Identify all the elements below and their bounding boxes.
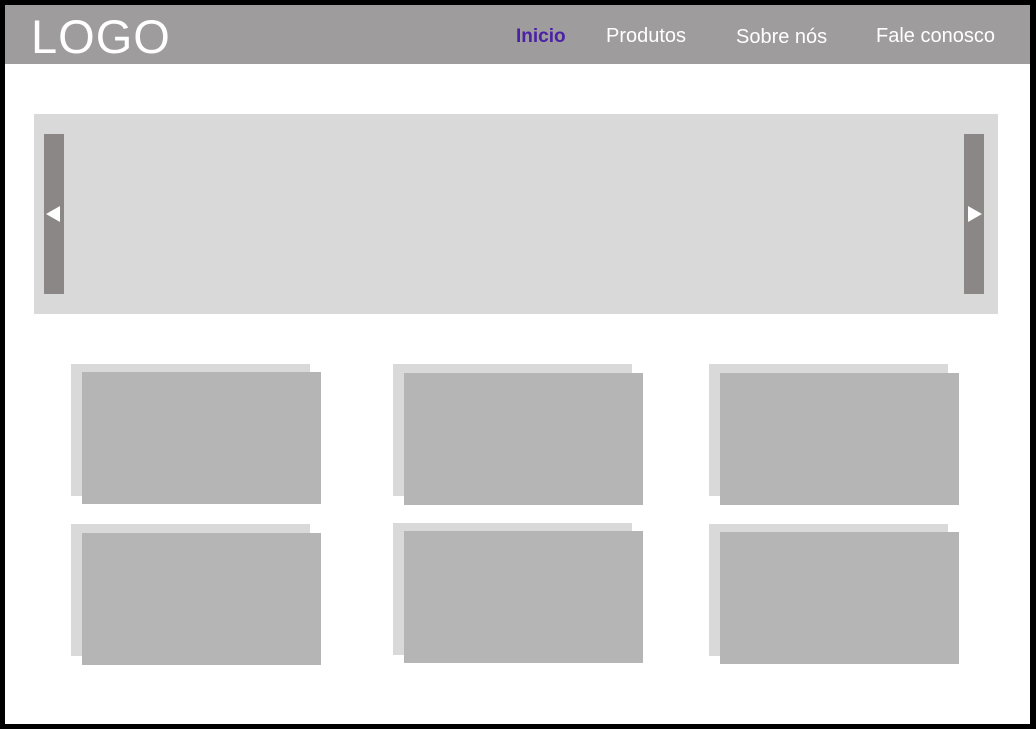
carousel-next-button[interactable] xyxy=(964,134,984,294)
card-image-placeholder xyxy=(720,373,959,505)
page-frame: LOGO Inicio Produtos Sobre nós Fale cono… xyxy=(5,5,1030,724)
hero-carousel xyxy=(34,114,998,314)
product-card-4[interactable] xyxy=(71,524,321,665)
card-image-placeholder xyxy=(404,373,643,505)
nav-link-fale-conosco[interactable]: Fale conosco xyxy=(876,24,995,48)
nav-link-sobre-nos[interactable]: Sobre nós xyxy=(736,25,827,49)
logo[interactable]: LOGO xyxy=(31,9,171,65)
nav-link-produtos[interactable]: Produtos xyxy=(606,24,686,48)
carousel-prev-button[interactable] xyxy=(44,134,64,294)
left-arrow-icon xyxy=(46,206,60,222)
product-card-6[interactable] xyxy=(709,524,959,665)
right-arrow-icon xyxy=(968,206,982,222)
product-card-3[interactable] xyxy=(709,364,959,505)
product-card-1[interactable] xyxy=(71,364,321,505)
card-image-placeholder xyxy=(404,531,643,663)
product-card-2[interactable] xyxy=(393,364,643,505)
nav-link-inicio[interactable]: Inicio xyxy=(516,25,566,49)
product-card-5[interactable] xyxy=(393,523,643,664)
card-image-placeholder xyxy=(82,372,321,504)
header-bar: LOGO Inicio Produtos Sobre nós Fale cono… xyxy=(5,5,1030,64)
card-image-placeholder xyxy=(720,532,959,664)
card-image-placeholder xyxy=(82,533,321,665)
